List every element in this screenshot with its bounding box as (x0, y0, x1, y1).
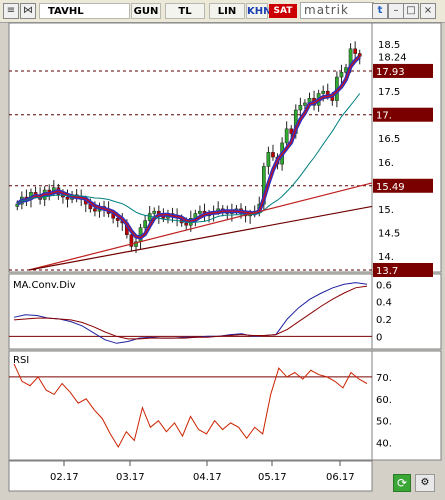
time-tick-label: 02.17 (50, 472, 79, 483)
time-tick-label: 06.17 (326, 472, 355, 483)
candle-body (321, 90, 326, 94)
candle-body (93, 208, 97, 212)
candle-body (298, 105, 303, 111)
price-tick-label: 16.5 (378, 134, 400, 145)
tools-icon[interactable]: ⚙ (415, 474, 435, 492)
candle-body (152, 210, 157, 214)
level-label: 17. (376, 111, 392, 122)
level-label: 15.49 (376, 182, 405, 193)
candle-body (353, 48, 357, 54)
candle-body (303, 102, 307, 106)
macd-tick-label: 0.4 (376, 298, 392, 309)
candle-body (339, 72, 344, 78)
refresh-icon[interactable]: ⟳ (393, 474, 411, 492)
panel-frame (8, 350, 373, 461)
macd-title: MA.Conv.Div (13, 280, 76, 291)
price-tick-label: 18.24 (378, 52, 407, 63)
candle-body (198, 210, 202, 214)
macd-tick-label: 0.2 (376, 315, 392, 326)
candle-body (65, 196, 70, 200)
trading-chart-window: ≡ ⋈ TAVHL GUN TL LIN KHN SAT matrik t – … (0, 0, 445, 500)
level-label: 13.7 (376, 266, 398, 277)
time-tick-label: 04.17 (193, 472, 222, 483)
time-tick-label: 05.17 (258, 472, 287, 483)
time-tick-label: 03.17 (116, 472, 145, 483)
chart-canvas: 18.518.2418.17.517.16.516.15.515.14.514.… (8, 22, 442, 492)
rsi-title: RSI (13, 355, 29, 366)
candle-body (147, 213, 152, 221)
macd-tick-label: 0 (376, 332, 382, 343)
rsi-tick-label: 50. (376, 417, 392, 428)
rsi-tick-label: 70. (376, 373, 392, 384)
price-tick-label: 16. (378, 158, 394, 169)
candle-body (284, 128, 289, 144)
candle-body (143, 220, 147, 228)
price-tick-label: 18.5 (378, 40, 400, 51)
level-label: 17.93 (376, 67, 405, 78)
price-tick-label: 15. (378, 205, 394, 216)
price-tick-label: 14.5 (378, 228, 400, 239)
candle-body (266, 152, 271, 167)
price-tick-label: 17.5 (378, 87, 400, 98)
rsi-tick-label: 40. (376, 439, 392, 450)
rsi-tick-label: 60. (376, 395, 392, 406)
candle-body (184, 222, 189, 226)
candle-body (271, 152, 275, 158)
panel-frame (8, 22, 373, 273)
price-tick-label: 14. (378, 252, 394, 263)
macd-tick-label: 0.6 (376, 280, 392, 291)
